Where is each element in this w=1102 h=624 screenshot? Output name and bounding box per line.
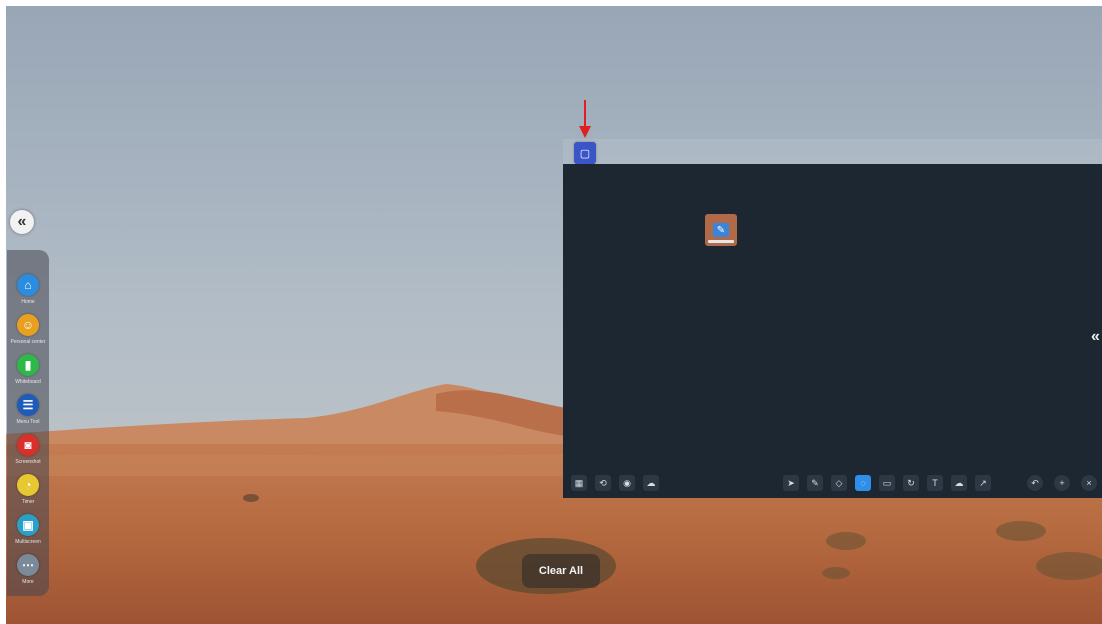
dock-item-label: Personal center [10, 339, 46, 345]
add-button[interactable]: + [1054, 475, 1070, 491]
clear-all-button[interactable]: Clear All [522, 554, 600, 588]
whiteboard-app-icon[interactable]: ✎ [705, 214, 737, 246]
menu-grid-button[interactable]: ▦ [571, 475, 587, 491]
camera-icon: ◙ [17, 434, 39, 456]
dock-item-label: Timer [21, 499, 35, 505]
window-titlebar[interactable] [563, 139, 1102, 164]
pointer-button[interactable]: ↗ [975, 475, 991, 491]
dock-item-more[interactable]: ⋯ More [7, 552, 49, 592]
rotate-icon: ↻ [907, 477, 915, 488]
shape-button[interactable]: ▭ [879, 475, 895, 491]
dock-item-personal-center[interactable]: ☺ Personal center [7, 312, 49, 352]
add-icon: + [1059, 478, 1065, 488]
dock-item-timer[interactable]: ◔ Timer [7, 472, 49, 512]
desktop: « ⌂ Home ☺ Personal center ▮ Whiteboard ☰ Menu … [6, 6, 1102, 624]
dock-item-label: Multiscreen [15, 539, 41, 545]
menu-icon: ☰ [17, 394, 39, 416]
screen-share-icon: ▣ [17, 514, 39, 536]
app-icon-label [708, 240, 734, 243]
edit-icon: ✎ [713, 223, 729, 237]
eye-icon: ◉ [623, 477, 631, 488]
whiteboard-icon: ▮ [17, 354, 39, 376]
cloud-tool-icon: ☁ [954, 477, 964, 488]
whiteboard-window: ✎ ▦ ⟲ ◉ ☁ ➤ ✎ ◇ ◌ ▭ ↻ T ☁ ↗ ↶ + × [563, 164, 1102, 498]
undo-button[interactable]: ↶ [1027, 475, 1043, 491]
dock-item-multiscreen[interactable]: ▣ Multiscreen [7, 512, 49, 552]
shape-icon: ▭ [882, 477, 892, 488]
back-icon: ⟲ [599, 477, 607, 488]
window-toggle-button[interactable]: ▢ [574, 142, 596, 164]
left-dock: ⌂ Home ☺ Personal center ▮ Whiteboard ☰ Menu To… [7, 250, 49, 596]
dock-item-label: Screenshot [15, 459, 41, 465]
cursor-button[interactable]: ➤ [783, 475, 799, 491]
dock-item-whiteboard[interactable]: ▮ Whiteboard [7, 352, 49, 392]
dock-item-screenshot[interactable]: ◙ Screenshot [7, 432, 49, 472]
text-button[interactable]: T [927, 475, 943, 491]
double-chevron-left-icon: « [1091, 328, 1100, 345]
eye-button[interactable]: ◉ [619, 475, 635, 491]
collapse-dock-button[interactable]: « [10, 210, 34, 234]
pointer-icon: ↗ [979, 477, 987, 488]
collapse-right-panel-button[interactable]: « [1089, 326, 1102, 348]
red-arrow-annotation [579, 100, 591, 138]
back-button[interactable]: ⟲ [595, 475, 611, 491]
eraser-button[interactable]: ◇ [831, 475, 847, 491]
cursor-icon: ➤ [787, 477, 795, 488]
more-icon: ⋯ [17, 554, 39, 576]
rotate-button[interactable]: ↻ [903, 475, 919, 491]
timer-icon: ◔ [17, 474, 39, 496]
eraser-icon: ◇ [835, 477, 843, 488]
window-icon: ▢ [579, 147, 591, 160]
close-icon: × [1086, 478, 1092, 488]
menu-grid-icon: ▦ [574, 477, 584, 488]
cloud-button[interactable]: ☁ [643, 475, 659, 491]
home-icon: ⌂ [17, 274, 39, 296]
cloud-icon: ☁ [646, 477, 656, 488]
dock-item-menu-tool[interactable]: ☰ Menu Tool [7, 392, 49, 432]
pen-button[interactable]: ✎ [807, 475, 823, 491]
dock-item-label: Whiteboard [15, 379, 41, 385]
dock-item-label: Home [21, 299, 35, 305]
undo-icon: ↶ [1031, 477, 1039, 488]
text-icon: T [932, 478, 938, 488]
close-button[interactable]: × [1081, 475, 1097, 491]
pen-icon: ✎ [811, 477, 819, 488]
user-icon: ☺ [17, 314, 39, 336]
dock-item-label: More [22, 579, 34, 585]
double-chevron-left-icon: « [17, 213, 27, 230]
dock-item-label: Menu Tool [16, 419, 40, 425]
select-button[interactable]: ◌ [855, 475, 871, 491]
dock-item-home[interactable]: ⌂ Home [7, 272, 49, 312]
select-icon: ◌ [860, 478, 866, 488]
cloud-tool-button[interactable]: ☁ [951, 475, 967, 491]
